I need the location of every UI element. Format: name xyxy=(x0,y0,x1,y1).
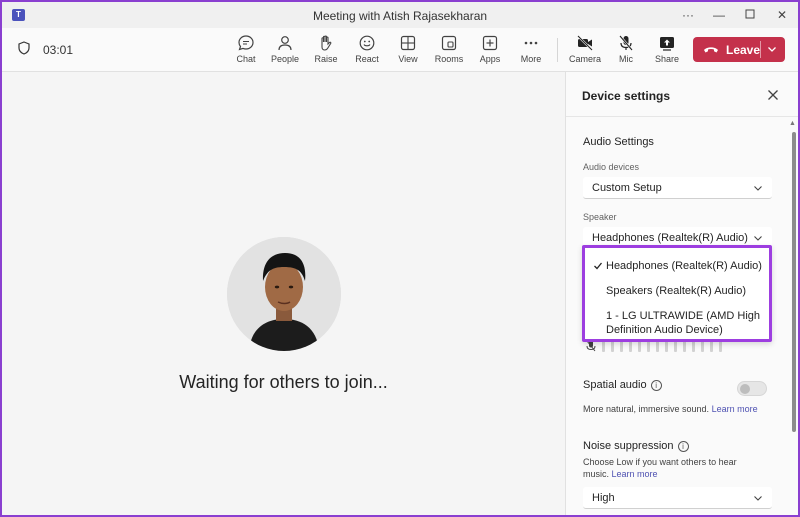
more-options-icon[interactable]: ··· xyxy=(678,6,698,24)
rooms-button[interactable]: Rooms xyxy=(429,34,469,68)
audio-settings-heading: Audio Settings xyxy=(583,136,654,148)
more-button[interactable]: More xyxy=(511,34,551,68)
info-icon[interactable]: i xyxy=(677,441,689,452)
spatial-audio-description: More natural, immersive sound. Learn mor… xyxy=(583,404,758,414)
audio-devices-select[interactable]: Custom Setup xyxy=(583,177,772,199)
spatial-audio-label: Spatial audio i xyxy=(583,379,662,391)
mic-label: Mic xyxy=(619,54,633,64)
noise-suppression-select[interactable]: High xyxy=(583,487,772,509)
hang-up-icon xyxy=(704,46,718,52)
share-label: Share xyxy=(654,54,680,64)
raise-label: Raise xyxy=(314,54,338,64)
panel-divider xyxy=(566,116,798,117)
close-icon[interactable] xyxy=(766,88,780,102)
meeting-stage: Waiting for others to join... xyxy=(2,72,565,515)
audio-devices-value: Custom Setup xyxy=(592,181,662,194)
noise-learn-more-link[interactable]: Learn more xyxy=(612,469,658,479)
raise-hand-icon xyxy=(321,35,332,51)
chevron-down-icon xyxy=(754,496,762,501)
close-window-button[interactable]: ✕ xyxy=(772,6,792,24)
react-label: React xyxy=(355,54,379,64)
noise-suppression-label: Noise suppression i xyxy=(583,440,689,452)
noise-suppression-value: High xyxy=(592,491,615,504)
speaker-options-dropdown: Headphones (Realtek(R) Audio) Speakers (… xyxy=(582,245,772,342)
chevron-down-icon xyxy=(754,236,762,241)
share-button[interactable]: Share xyxy=(647,34,687,68)
checkmark-icon xyxy=(594,262,603,270)
leave-label: Leave xyxy=(726,42,761,57)
shield-icon xyxy=(18,41,30,55)
participant-avatar xyxy=(227,237,341,351)
panel-title: Device settings xyxy=(582,89,671,103)
speaker-option-headphones[interactable]: Headphones (Realtek(R) Audio) xyxy=(606,259,762,273)
noise-suppression-description: Choose Low if you want others to hear mu… xyxy=(583,457,737,479)
more-dots-icon xyxy=(524,41,538,45)
people-label: People xyxy=(270,54,300,64)
scroll-up-arrow-icon[interactable]: ▲ xyxy=(789,120,796,127)
toolbar-divider xyxy=(557,38,558,62)
view-grid-icon xyxy=(400,35,416,51)
chevron-down-icon[interactable] xyxy=(766,43,778,55)
info-icon[interactable]: i xyxy=(650,380,662,391)
spatial-learn-more-link[interactable]: Learn more xyxy=(712,404,758,414)
people-button[interactable]: People xyxy=(265,34,305,68)
leave-button[interactable]: Leave xyxy=(693,37,785,62)
maximize-icon xyxy=(745,9,755,19)
smiley-icon xyxy=(359,35,375,51)
rooms-label: Rooms xyxy=(434,54,464,64)
rooms-icon xyxy=(441,35,457,51)
spatial-audio-toggle[interactable] xyxy=(737,381,767,396)
chat-button[interactable]: Chat xyxy=(226,34,266,68)
camera-button[interactable]: Camera xyxy=(565,34,605,68)
apps-label: Apps xyxy=(479,54,501,64)
chat-label: Chat xyxy=(236,54,256,64)
mic-off-icon xyxy=(619,35,633,51)
minimize-button[interactable]: — xyxy=(709,6,729,24)
avatar-portrait-image xyxy=(227,237,341,351)
title-bar: T Meeting with Atish Rajasekharan ··· — … xyxy=(2,2,798,28)
maximize-button[interactable] xyxy=(740,6,760,24)
raise-hand-button[interactable]: Raise xyxy=(306,34,346,68)
people-icon xyxy=(278,36,292,51)
camera-off-icon xyxy=(577,35,593,51)
share-screen-icon xyxy=(660,37,674,51)
meeting-timer: 03:01 xyxy=(43,43,74,57)
apps-button[interactable]: Apps xyxy=(470,34,510,68)
react-button[interactable]: React xyxy=(347,34,387,68)
speaker-label: Speaker xyxy=(583,212,617,222)
panel-scrollbar[interactable] xyxy=(792,132,796,432)
apps-plus-icon xyxy=(482,35,498,51)
audio-devices-label: Audio devices xyxy=(583,162,640,172)
more-label: More xyxy=(520,54,542,64)
view-button[interactable]: View xyxy=(388,34,428,68)
teams-meeting-window: T Meeting with Atish Rajasekharan ··· — … xyxy=(2,2,798,515)
meeting-toolbar: 03:01 Chat People Raise React View Rooms… xyxy=(2,28,798,72)
speaker-option-speakers[interactable]: Speakers (Realtek(R) Audio) xyxy=(606,284,746,298)
view-label: View xyxy=(398,54,418,64)
camera-label: Camera xyxy=(568,54,601,64)
speaker-option-lg-ultrawide[interactable]: 1 - LG ULTRAWIDE (AMD High Definition Au… xyxy=(606,309,760,337)
waiting-message: Waiting for others to join... xyxy=(179,372,388,392)
chat-icon xyxy=(238,35,254,51)
speaker-value: Headphones (Realtek(R) Audio) xyxy=(592,231,748,244)
chevron-down-icon xyxy=(754,186,762,191)
leave-split-divider xyxy=(760,41,761,58)
mic-button[interactable]: Mic xyxy=(606,34,646,68)
